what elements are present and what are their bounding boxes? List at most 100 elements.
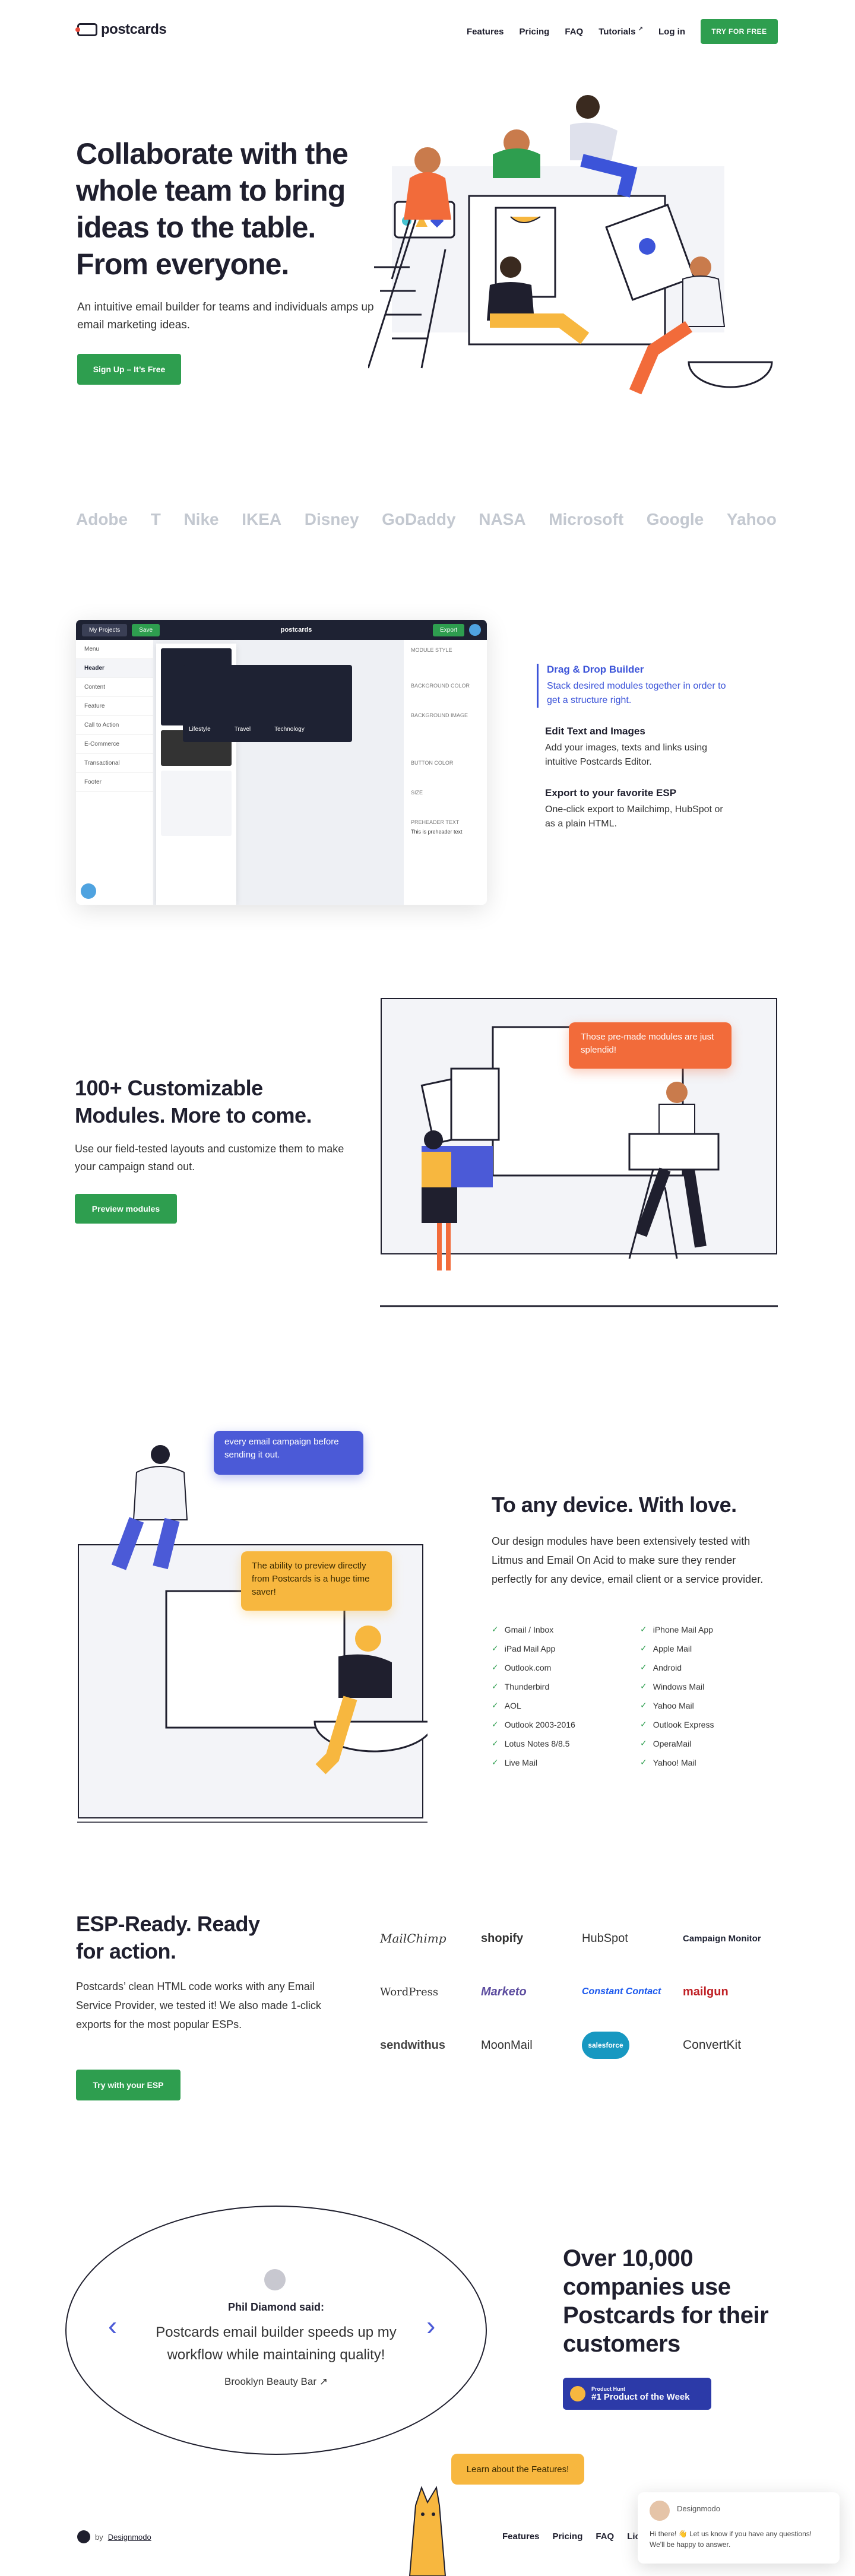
external-link-icon: ↗ xyxy=(638,26,643,33)
check-icon: ✓ xyxy=(492,1738,499,1748)
logo-disney: Disney xyxy=(304,510,359,528)
client-name: Lotus Notes 8/8.5 xyxy=(504,1738,570,1748)
list-item: ✓ Lotus Notes 8/8.5 xyxy=(492,1737,640,1750)
check-icon: ✓ xyxy=(640,1643,647,1653)
try-for-free-button[interactable]: TRY FOR FREE xyxy=(701,19,778,44)
learn-features-bubble[interactable]: Learn about the Features! xyxy=(451,2454,584,2485)
list-item: ✓ Thunderbird xyxy=(492,1680,640,1693)
esp-logo-sendwithus: sendwithus xyxy=(380,2038,446,2052)
postcards-logo[interactable]: postcards xyxy=(75,21,167,38)
feature-edit-text[interactable]: Edit Text and Images Add your images, te… xyxy=(537,725,727,769)
list-item: ✓ iPad Mail App xyxy=(492,1642,640,1655)
nav-link-faq[interactable]: FAQ xyxy=(565,27,583,37)
prev-arrow-icon[interactable]: ‹ xyxy=(108,2309,117,2341)
nav-link-tutorials[interactable]: Tutorials ↗ xyxy=(598,26,643,37)
footer-by-brand: Designmodo xyxy=(107,2532,151,2542)
check-icon: ✓ xyxy=(640,1624,647,1634)
module-thumb-3[interactable] xyxy=(161,771,232,836)
medal-icon xyxy=(570,2386,585,2401)
client-name: Android xyxy=(653,1662,682,1672)
footer-link-pricing[interactable]: Pricing xyxy=(553,2531,583,2542)
setting-bg-color: BACKGROUND COLOR xyxy=(411,683,470,689)
top-nav: postcards Features Pricing FAQ Tutorials… xyxy=(0,0,855,62)
modules-title: 100+ Customizable Modules. More to come. xyxy=(75,1076,312,1127)
sidebar-item-ecommerce[interactable]: E-Commerce xyxy=(76,735,153,754)
client-name: Outlook 2003-2016 xyxy=(504,1719,575,1729)
footer-link-features[interactable]: Features xyxy=(502,2531,540,2542)
esp-logo-shopify: shopify xyxy=(481,1931,524,1945)
client-name: Windows Mail xyxy=(653,1681,705,1691)
footer-designmodo[interactable]: by Designmodo xyxy=(77,2530,151,2543)
sidebar-item-menu[interactable]: Menu xyxy=(76,640,153,659)
nav-link-tutorials-label: Tutorials xyxy=(598,27,636,37)
check-icon: ✓ xyxy=(640,1662,647,1672)
badge-small-text: Product Hunt xyxy=(591,2385,625,2392)
client-name: iPhone Mail App xyxy=(653,1624,713,1634)
device-title: To any device. With love. xyxy=(492,1493,737,1517)
try-with-esp-button[interactable]: Try with your ESP xyxy=(76,2070,180,2100)
sidebar-item-footer[interactable]: Footer xyxy=(76,773,153,792)
esp-subtitle: Postcards’ clean HTML code works with an… xyxy=(76,1981,321,2030)
chat-widget[interactable]: Designmodo Hi there! 👋 Let us know if yo… xyxy=(638,2492,840,2564)
sidebar-item-header[interactable]: Header xyxy=(76,659,153,678)
client-name: AOL xyxy=(504,1700,521,1710)
logo-text: postcards xyxy=(101,21,167,37)
list-item: ✓ Outlook 2003-2016 xyxy=(492,1718,640,1731)
canvas-tab-travel[interactable]: Travel xyxy=(235,726,251,733)
logo-godaddy: GoDaddy xyxy=(382,510,456,528)
builder-save-button[interactable]: Save xyxy=(132,623,160,636)
feature-title: Export to your favorite ESP xyxy=(545,787,677,799)
footer-link-faq[interactable]: FAQ xyxy=(596,2531,614,2542)
product-hunt-badge[interactable]: Product Hunt #1 Product of the Week xyxy=(563,2378,711,2410)
client-name: Gmail / Inbox xyxy=(504,1624,554,1634)
modules-speech-bubble: Those pre-made modules are just splendid… xyxy=(569,1022,732,1069)
setting-button-color: BUTTON COLOR xyxy=(411,760,454,766)
canvas-tab-technology[interactable]: Technology xyxy=(274,726,305,733)
hero-illustration xyxy=(368,95,773,395)
device-speech-bubble-bottom: The ability to preview directly from Pos… xyxy=(241,1551,392,1611)
my-projects-button[interactable]: My Projects xyxy=(82,623,128,636)
setting-module-style: MODULE STYLE xyxy=(411,647,452,653)
sidebar-item-transactional[interactable]: Transactional xyxy=(76,754,153,773)
nav-link-pricing[interactable]: Pricing xyxy=(520,27,550,37)
sidebar-item-content[interactable]: Content xyxy=(76,678,153,697)
help-icon[interactable] xyxy=(81,883,96,899)
list-item: ✓ Outlook.com xyxy=(492,1661,640,1674)
esp-logo-moonmail: MoonMail xyxy=(481,2038,533,2052)
sidebar-item-cta[interactable]: Call to Action xyxy=(76,716,153,735)
feature-desc: Add your images, texts and links using i… xyxy=(545,743,708,767)
feature-export[interactable]: Export to your favorite ESP One-click ex… xyxy=(537,787,727,831)
esp-logo-hubspot: HubSpot xyxy=(582,1931,628,1945)
feature-drag-drop[interactable]: Drag & Drop Builder Stack desired module… xyxy=(537,664,727,708)
list-item: ✓ Yahoo! Mail xyxy=(640,1756,771,1769)
esp-logo-mailgun: mailgun xyxy=(683,1985,729,1998)
nav-link-login[interactable]: Log in xyxy=(658,27,685,37)
modules-subtitle: Use our field-tested layouts and customi… xyxy=(75,1143,344,1173)
nav-link-features[interactable]: Features xyxy=(467,27,504,37)
builder-export-button[interactable]: Export xyxy=(433,623,464,636)
cat-illustration xyxy=(408,2486,446,2576)
next-arrow-icon[interactable]: › xyxy=(426,2309,435,2341)
preheader-input[interactable]: This is preheader text xyxy=(411,829,480,835)
check-icon: ✓ xyxy=(492,1681,499,1691)
client-name: Apple Mail xyxy=(653,1643,692,1653)
sidebar-item-feature[interactable]: Feature xyxy=(76,697,153,716)
testimonial-company-link[interactable]: Brooklyn Beauty Bar ↗ xyxy=(196,2376,356,2388)
logo-ikea: IKEA xyxy=(242,510,282,528)
canvas-tab-lifestyle[interactable]: Lifestyle xyxy=(189,726,211,733)
testimonial-avatar xyxy=(264,2269,286,2290)
list-item: ✓ Outlook Express xyxy=(640,1718,771,1731)
preview-modules-button[interactable]: Preview modules xyxy=(75,1194,177,1224)
builder-avatar[interactable] xyxy=(469,624,481,636)
check-icon: ✓ xyxy=(640,1757,647,1767)
setting-bg-image: BACKGROUND IMAGE xyxy=(411,712,468,718)
list-item: ✓ Yahoo Mail xyxy=(640,1699,771,1712)
check-icon: ✓ xyxy=(640,1738,647,1748)
esp-logo-constant-contact: Constant Contact xyxy=(582,1986,661,1997)
signup-button[interactable]: Sign Up – It’s Free xyxy=(77,354,181,385)
esp-logo-campaign-monitor: Campaign Monitor xyxy=(683,1933,761,1944)
check-icon: ✓ xyxy=(492,1662,499,1672)
builder-canvas: Lifestyle Travel Technology xyxy=(183,665,352,742)
builder-screenshot: My Projects Save postcards Export Menu H… xyxy=(76,620,487,905)
list-item: ✓ OperaMail xyxy=(640,1737,771,1750)
